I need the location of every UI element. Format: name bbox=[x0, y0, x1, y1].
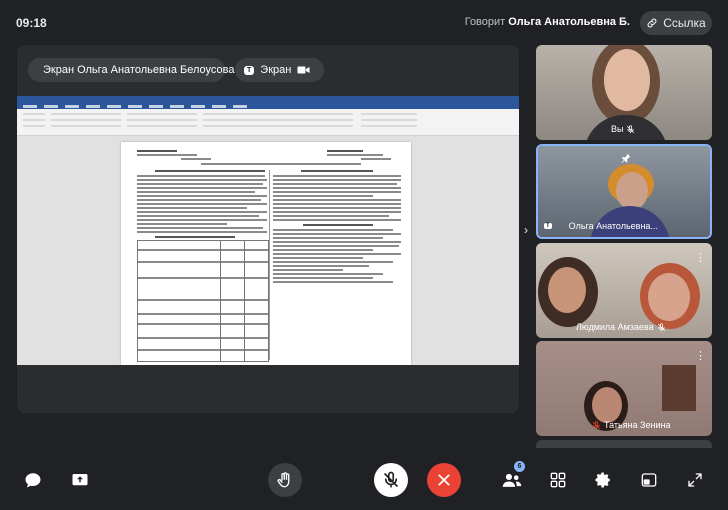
raise-hand-button[interactable] bbox=[268, 463, 302, 497]
gear-icon bbox=[595, 472, 610, 488]
share-icon bbox=[72, 474, 88, 486]
screen-tag: T bbox=[244, 65, 255, 75]
grid-icon bbox=[550, 472, 566, 488]
chat-icon bbox=[25, 473, 41, 488]
participant-tile-overflow[interactable] bbox=[536, 440, 712, 448]
mic-off-icon bbox=[657, 322, 665, 331]
shared-document-window[interactable] bbox=[17, 96, 519, 365]
participant-name: Людмила Амзаева bbox=[576, 322, 654, 332]
participants-count-badge: 6 bbox=[514, 461, 525, 472]
people-icon bbox=[502, 473, 522, 487]
clock: 09:18 bbox=[16, 16, 47, 30]
participant-label: T Ольга Анатольевна... bbox=[544, 221, 658, 231]
participant-label: Вы bbox=[611, 124, 635, 134]
word-ribbon bbox=[17, 109, 519, 136]
mic-off-icon bbox=[627, 124, 635, 133]
participant-tile-presenter[interactable]: T Ольга Анатольевна... bbox=[536, 144, 712, 239]
participant-tile-amzaeva[interactable]: Людмила Амзаева ⋮ bbox=[536, 243, 712, 338]
more-options-icon[interactable]: ⋮ bbox=[695, 349, 706, 362]
participant-label: Татьяна Зенина bbox=[592, 420, 670, 430]
leave-call-button[interactable] bbox=[427, 463, 461, 497]
top-bar: 09:18 Говорит Ольга Анатольевна Б. Ссылк… bbox=[0, 0, 728, 44]
fullscreen-button[interactable] bbox=[678, 463, 712, 497]
speaking-name: Ольга Анатольевна Б. bbox=[508, 16, 630, 28]
document-page bbox=[121, 142, 411, 365]
participant-name: Ольга Анатольевна... bbox=[568, 221, 658, 231]
camera-icon bbox=[297, 66, 310, 74]
copy-link-label: Ссылка bbox=[663, 16, 706, 30]
layout-button[interactable] bbox=[541, 463, 575, 497]
screen-share-indicator-icon: T bbox=[544, 223, 552, 229]
pin-icon bbox=[621, 153, 631, 163]
pip-icon bbox=[641, 473, 657, 487]
document-canvas bbox=[17, 136, 519, 365]
document-table bbox=[137, 240, 269, 362]
copy-link-button[interactable]: Ссылка bbox=[640, 11, 712, 35]
participants-button[interactable]: 6 bbox=[495, 461, 529, 497]
participant-name: Вы bbox=[611, 124, 624, 134]
share-button[interactable] bbox=[63, 463, 97, 497]
link-icon bbox=[647, 18, 657, 28]
mic-off-icon bbox=[593, 420, 600, 429]
word-title-bar bbox=[17, 96, 519, 103]
chevron-right-icon[interactable]: › bbox=[524, 223, 528, 237]
presenter-badge: Экран Ольга Анатольевна Белоусова bbox=[28, 58, 235, 82]
close-icon bbox=[438, 474, 450, 486]
participant-name: Татьяна Зенина bbox=[604, 420, 671, 430]
presenter-label: Экран Ольга Анатольевна Белоусова bbox=[43, 64, 235, 76]
mic-off-icon bbox=[384, 471, 398, 488]
picture-in-picture-button[interactable] bbox=[632, 463, 666, 497]
screen-share-stage[interactable]: Экран Ольга Анатольевна Белоусова T Экра… bbox=[17, 45, 519, 413]
chat-button[interactable] bbox=[16, 463, 50, 497]
settings-button[interactable] bbox=[586, 463, 620, 497]
participant-label: Людмила Амзаева bbox=[576, 322, 666, 332]
fullscreen-icon bbox=[688, 473, 702, 487]
more-options-icon[interactable]: ⋮ bbox=[695, 251, 706, 264]
participant-tile-self[interactable]: Вы bbox=[536, 45, 712, 140]
mic-toggle-button[interactable] bbox=[374, 463, 408, 497]
active-speaker: Говорит Ольга Анатольевна Б. bbox=[465, 16, 630, 28]
speaking-prefix: Говорит bbox=[464, 16, 506, 28]
screen-toggle[interactable]: T Экран bbox=[235, 58, 324, 82]
participant-tile-zenina[interactable]: Татьяна Зенина ⋮ bbox=[536, 341, 712, 436]
screen-label: Экран bbox=[260, 64, 292, 76]
hand-icon bbox=[277, 472, 290, 488]
